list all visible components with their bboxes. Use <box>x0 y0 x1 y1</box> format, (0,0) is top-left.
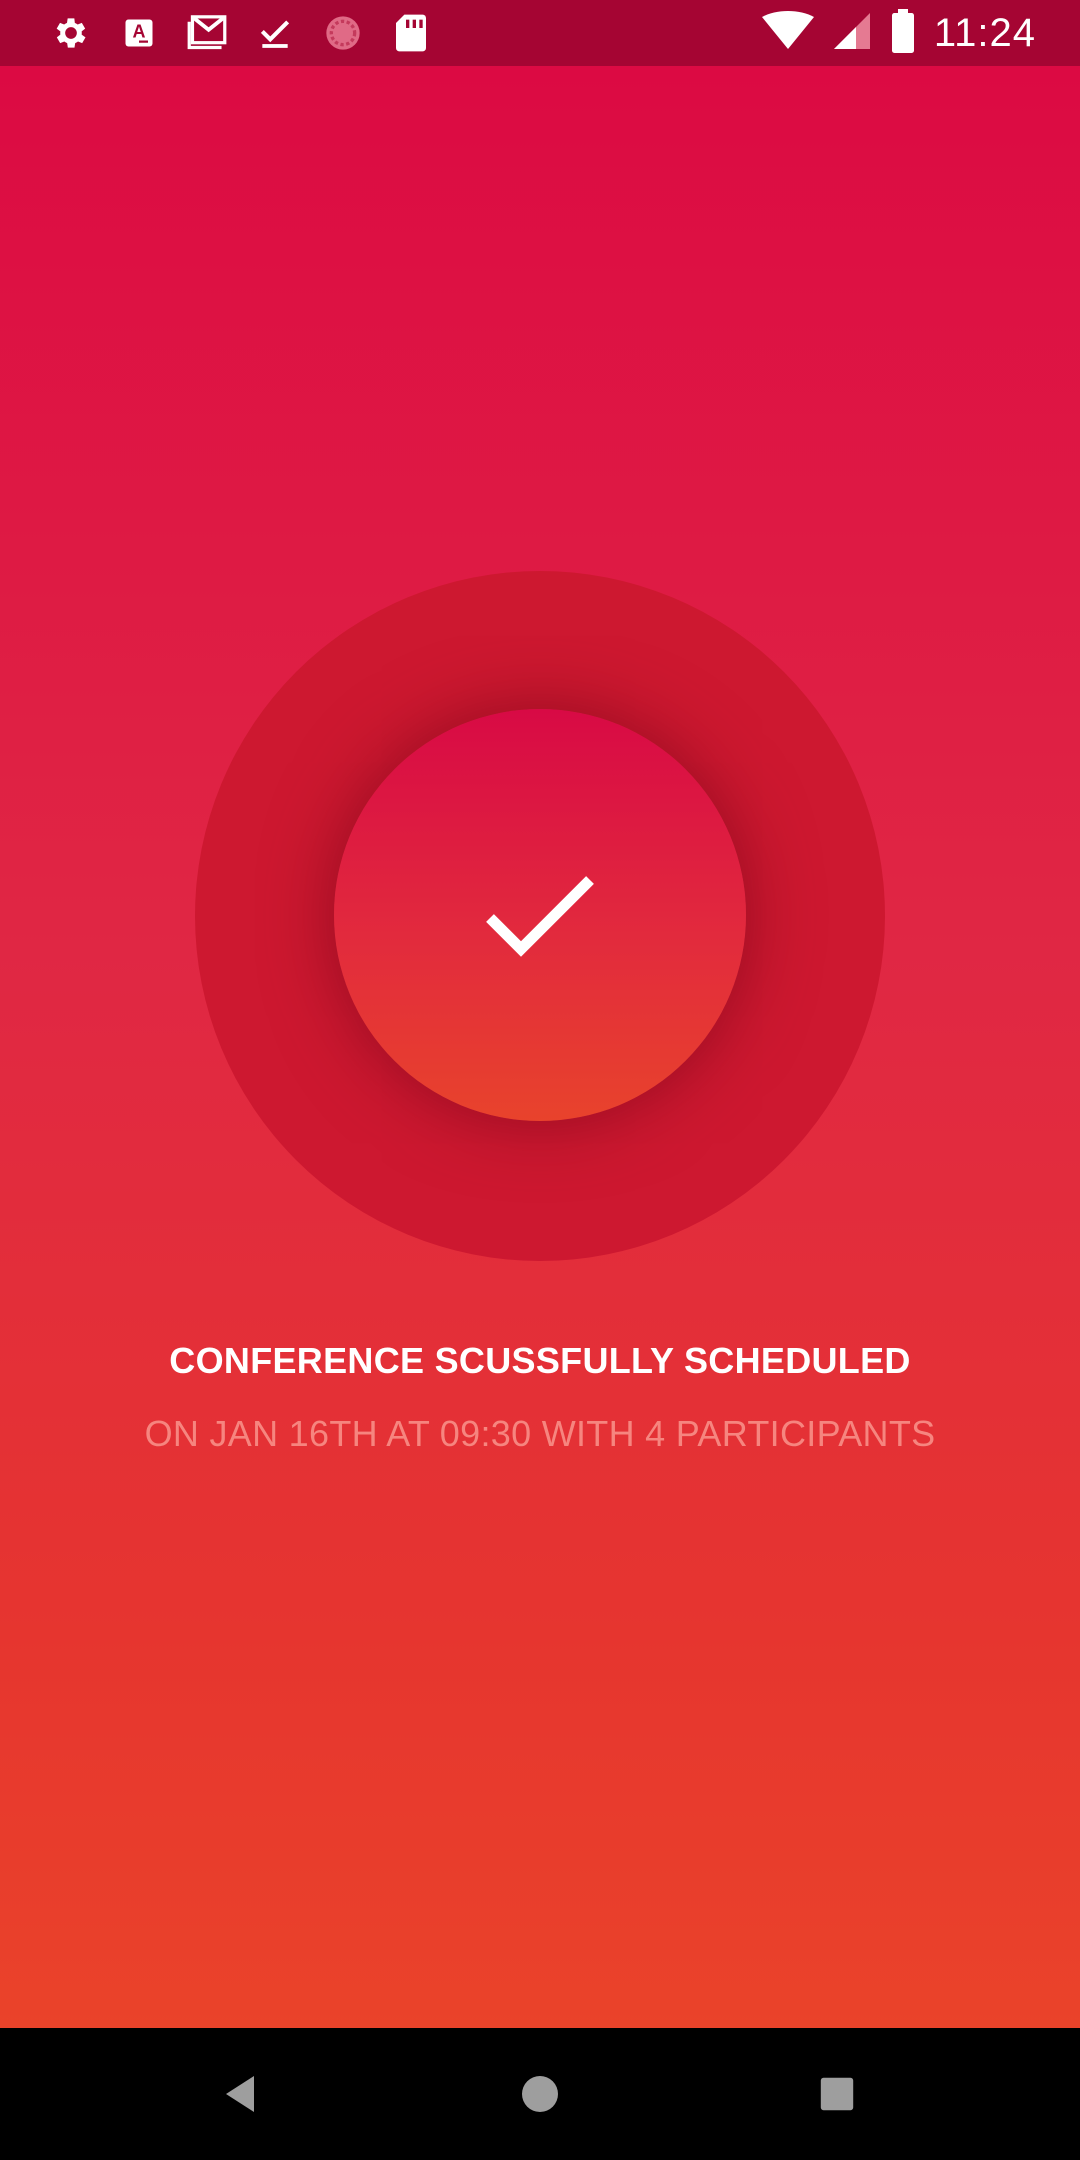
clock: 11:24 <box>933 10 1036 55</box>
status-bar: A 11:24 <box>0 0 1080 66</box>
gmail-icon <box>186 12 228 54</box>
confirmation-screen: A 11:24 CONFERENCE SCUSSFULLY SCHEDULED … <box>0 0 1080 2160</box>
recents-icon[interactable] <box>777 2028 897 2160</box>
success-badge <box>334 709 746 1121</box>
sync-circle-icon <box>322 12 364 54</box>
back-icon[interactable] <box>182 2028 302 2160</box>
sd-card-icon <box>390 12 432 54</box>
checkmark-icon <box>470 860 610 970</box>
gear-icon <box>50 12 92 54</box>
notification-icons: A <box>50 0 432 66</box>
home-icon[interactable] <box>480 2028 600 2160</box>
cell-signal-icon <box>832 11 872 56</box>
check-download-icon <box>254 12 296 54</box>
confirmation-details: ON JAN 16TH AT 09:30 WITH 4 PARTICIPANTS <box>144 1413 936 1454</box>
text-a-icon: A <box>118 12 160 54</box>
navigation-bar <box>0 2028 1080 2160</box>
confirmation-title: CONFERENCE SCUSSFULLY SCHEDULED <box>169 1340 911 1381</box>
battery-icon <box>890 8 916 58</box>
confirmation-content: CONFERENCE SCUSSFULLY SCHEDULED ON JAN 1… <box>0 66 1080 2028</box>
system-status: 11:24 <box>761 0 1036 66</box>
svg-text:A: A <box>133 22 146 42</box>
wifi-icon <box>761 10 814 56</box>
